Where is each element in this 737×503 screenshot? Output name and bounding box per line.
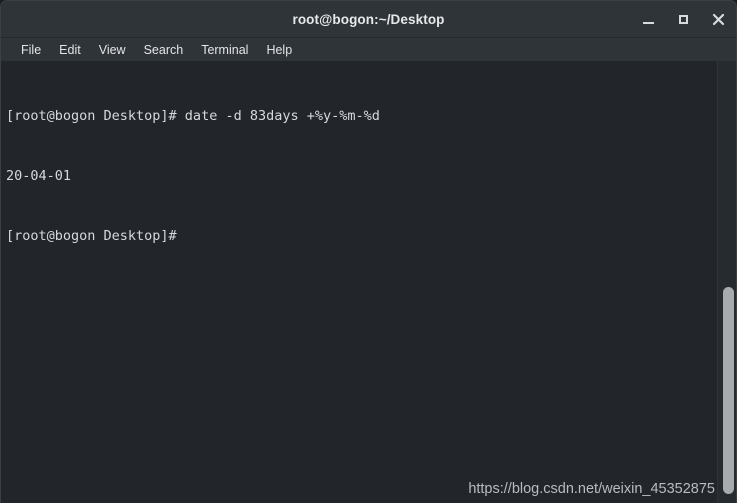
scrollbar-thumb[interactable] bbox=[723, 287, 734, 494]
menubar: File Edit View Search Terminal Help bbox=[0, 37, 737, 61]
menu-item-edit[interactable]: Edit bbox=[50, 38, 90, 62]
window-controls bbox=[638, 1, 728, 38]
close-icon[interactable] bbox=[708, 10, 728, 30]
terminal-body[interactable]: [root@bogon Desktop]# date -d 83days +%y… bbox=[0, 61, 737, 503]
window-title: root@bogon:~/Desktop bbox=[292, 11, 445, 27]
menu-item-terminal[interactable]: Terminal bbox=[192, 38, 257, 62]
terminal-line: 20-04-01 bbox=[6, 168, 72, 184]
maximize-icon[interactable] bbox=[673, 10, 693, 30]
menu-item-help[interactable]: Help bbox=[257, 38, 301, 62]
terminal-line: [root@bogon Desktop]# bbox=[6, 228, 177, 244]
scrollbar[interactable] bbox=[717, 61, 736, 503]
terminal-line: [root@bogon Desktop]# date -d 83days +%y… bbox=[6, 108, 380, 124]
watermark: https://blog.csdn.net/weixin_45352875 bbox=[468, 481, 715, 497]
menu-item-view[interactable]: View bbox=[90, 38, 135, 62]
menu-item-file[interactable]: File bbox=[12, 38, 50, 62]
menu-item-search[interactable]: Search bbox=[135, 38, 193, 62]
minimize-icon[interactable] bbox=[638, 10, 658, 30]
terminal-window: root@bogon:~/Desktop File Edit View Sear… bbox=[0, 0, 737, 503]
terminal-output: [root@bogon Desktop]# date -d 83days +%y… bbox=[6, 66, 716, 286]
titlebar[interactable]: root@bogon:~/Desktop bbox=[0, 0, 737, 37]
